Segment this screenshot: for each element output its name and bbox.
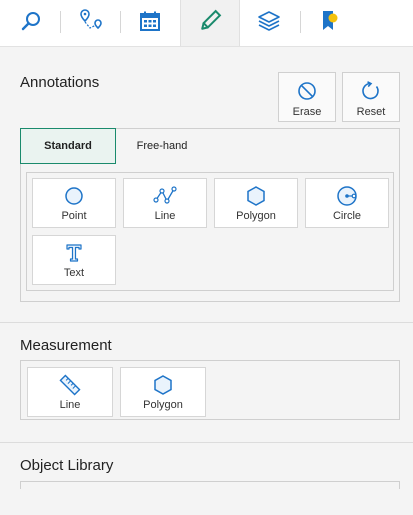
section-divider <box>0 322 413 323</box>
route-icon <box>78 8 104 39</box>
text-tool-label: Text <box>63 267 85 279</box>
text-icon <box>65 242 83 264</box>
text-tool-button[interactable]: Text <box>32 235 116 285</box>
polygon-icon <box>153 374 173 396</box>
calendar-icon <box>139 10 161 37</box>
polygon-icon <box>246 185 266 207</box>
erase-icon <box>297 80 317 102</box>
annotations-title: Annotations <box>20 74 100 91</box>
reset-label: Reset <box>356 106 386 118</box>
line-tool-label: Line <box>154 210 176 222</box>
measure-polygon-label: Polygon <box>143 399 183 411</box>
draw-tab-button[interactable] <box>180 0 240 46</box>
bookmark-button[interactable] <box>300 0 358 46</box>
tab-free-hand[interactable]: Free-hand <box>117 128 207 164</box>
circle-tool-label: Circle <box>332 210 362 222</box>
reset-button[interactable]: Reset <box>342 72 400 122</box>
object-library-panel <box>20 481 400 489</box>
line-tool-button[interactable]: Line <box>123 178 207 228</box>
point-tool-button[interactable]: Point <box>32 178 116 228</box>
measure-line-button[interactable]: Line <box>27 367 113 417</box>
top-toolbar <box>0 0 413 47</box>
point-tool-label: Point <box>61 210 87 222</box>
bookmark-icon <box>318 9 340 38</box>
polygon-tool-button[interactable]: Polygon <box>214 178 298 228</box>
object-library-title: Object Library <box>20 457 114 474</box>
measurement-tools: Line Polygon <box>20 360 400 420</box>
erase-label: Erase <box>292 106 322 118</box>
annotation-tools: Point Line Polygon Circle Text <box>26 172 394 291</box>
section-divider <box>0 442 413 443</box>
pencil-icon <box>198 9 222 38</box>
circle-icon <box>336 185 358 207</box>
circle-tool-button[interactable]: Circle <box>305 178 389 228</box>
polygon-tool-label: Polygon <box>236 210 276 222</box>
point-icon <box>64 185 84 207</box>
route-button[interactable] <box>62 0 120 46</box>
tab-standard[interactable]: Standard <box>20 128 116 164</box>
calendar-button[interactable] <box>121 0 179 46</box>
line-icon <box>153 185 177 207</box>
layers-button[interactable] <box>240 0 298 46</box>
ruler-icon <box>59 374 81 396</box>
measurement-title: Measurement <box>20 337 112 354</box>
measure-polygon-button[interactable]: Polygon <box>120 367 206 417</box>
layers-icon <box>257 9 281 38</box>
reset-icon <box>361 80 381 102</box>
search-button[interactable] <box>2 0 60 46</box>
measure-line-label: Line <box>59 399 81 411</box>
annotation-panel: Standard Free-hand Point Line Polygon Ci… <box>20 128 400 302</box>
search-icon <box>20 10 42 37</box>
erase-button[interactable]: Erase <box>278 72 336 122</box>
